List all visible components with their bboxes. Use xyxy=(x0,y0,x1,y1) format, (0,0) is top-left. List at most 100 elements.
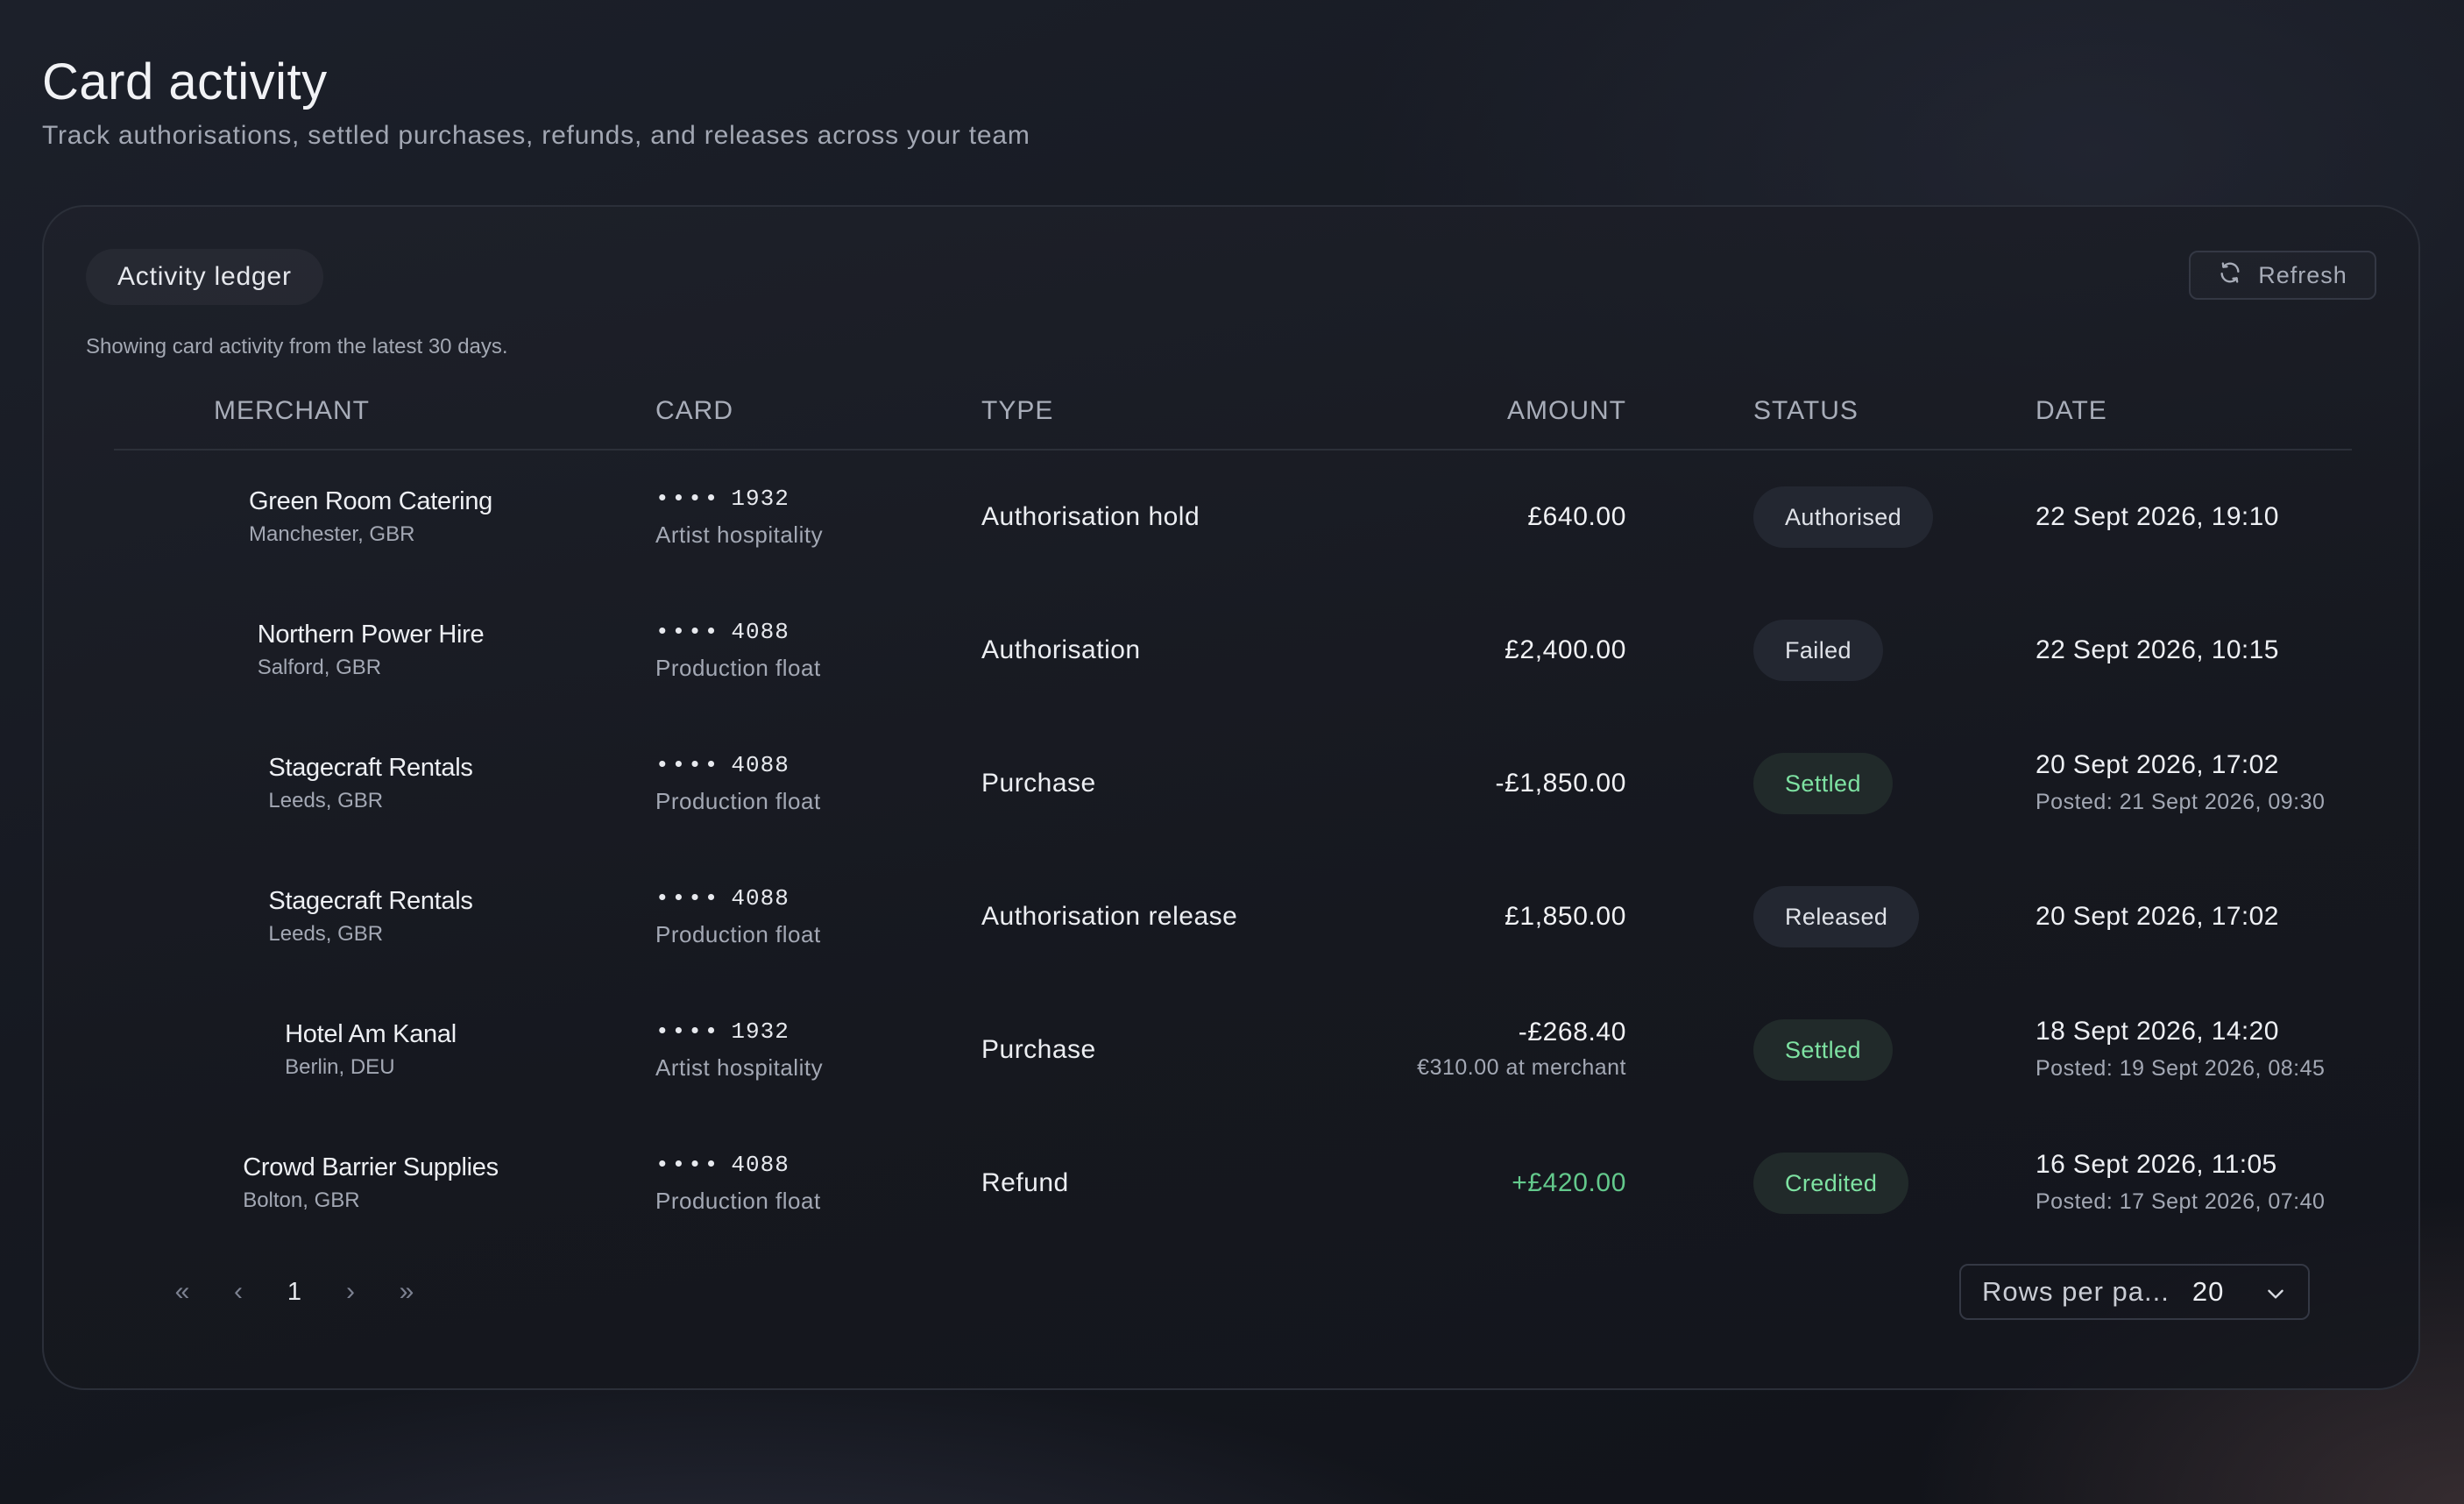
current-page[interactable]: 1 xyxy=(266,1264,322,1320)
card-last4: 4088 xyxy=(731,1152,789,1178)
merchant-location: Leeds, GBR xyxy=(268,922,384,946)
transaction-date: 18 Sept 2026, 14:20 xyxy=(2036,1017,2279,1046)
date-cell: 20 Sept 2026, 17:02 xyxy=(2036,850,2279,983)
table-row[interactable]: Green Room Catering Manchester, GBR ••••… xyxy=(114,450,2352,584)
merchant-cell: Green Room Catering Manchester, GBR xyxy=(114,450,627,584)
posted-date: Posted: 17 Sept 2026, 07:40 xyxy=(2036,1189,2326,1214)
status-badge: Failed xyxy=(1753,620,1883,681)
table-header: MERCHANT CARD TYPE AMOUNT STATUS DATE xyxy=(114,373,2352,450)
merchant-location: Berlin, DEU xyxy=(285,1055,395,1079)
date-cell: 22 Sept 2026, 10:15 xyxy=(2036,584,2279,717)
merchant-name: Crowd Barrier Supplies xyxy=(243,1153,499,1181)
transaction-type: Authorisation release xyxy=(981,902,1238,931)
merchant-name: Hotel Am Kanal xyxy=(285,1020,457,1048)
column-header-date[interactable]: DATE xyxy=(2036,373,2107,449)
rows-per-page-select[interactable]: Rows per pa... 20 xyxy=(1959,1264,2310,1320)
card-mask: •••• xyxy=(655,885,721,912)
refresh-button-label: Refresh xyxy=(2258,261,2347,288)
transaction-type: Refund xyxy=(981,1168,1069,1197)
amount-cell: £640.00 xyxy=(1527,450,1626,584)
merchant-name: Northern Power Hire xyxy=(257,621,485,649)
table-row[interactable]: Stagecraft Rentals Leeds, GBR •••• 4088 P… xyxy=(114,850,2352,983)
transaction-date: 20 Sept 2026, 17:02 xyxy=(2036,902,2279,931)
status-badge: Authorised xyxy=(1753,486,1934,548)
merchant-currency-amount: €310.00 at merchant xyxy=(1417,1055,1626,1080)
first-page-icon[interactable]: « xyxy=(154,1264,210,1320)
transaction-date: 22 Sept 2026, 19:10 xyxy=(2036,502,2279,531)
transaction-type: Authorisation xyxy=(981,635,1141,664)
last-page-icon[interactable]: » xyxy=(379,1264,435,1320)
merchant-location: Salford, GBR xyxy=(257,656,382,679)
merchant-name: Stagecraft Rentals xyxy=(268,754,473,782)
column-header-type[interactable]: TYPE xyxy=(981,373,1053,449)
card-cell: •••• 4088 Production float xyxy=(655,717,821,850)
posted-date: Posted: 19 Sept 2026, 08:45 xyxy=(2036,1056,2326,1081)
merchant-cell: Hotel Am Kanal Berlin, DEU xyxy=(114,983,627,1117)
status-badge: Settled xyxy=(1753,753,1893,814)
card-last4: 4088 xyxy=(731,619,789,645)
amount-value: £640.00 xyxy=(1527,502,1626,531)
merchant-location: Manchester, GBR xyxy=(249,522,415,546)
merchant-cell: Northern Power Hire Salford, GBR xyxy=(114,584,627,717)
amount-cell: £1,850.00 xyxy=(1505,850,1626,983)
card-last4: 1932 xyxy=(731,1018,789,1045)
card-mask: •••• xyxy=(655,619,721,645)
amount-cell: -£268.40 €310.00 at merchant xyxy=(1417,983,1626,1117)
column-header-amount[interactable]: AMOUNT xyxy=(1507,373,1626,449)
card-mask: •••• xyxy=(655,486,721,512)
chevron-down-icon xyxy=(2264,1281,2287,1303)
status-cell: Settled xyxy=(1753,717,1893,850)
date-cell: 20 Sept 2026, 17:02 Posted: 21 Sept 2026… xyxy=(2036,717,2325,850)
amount-cell: £2,400.00 xyxy=(1505,584,1626,717)
card-cell: •••• 1932 Artist hospitality xyxy=(655,450,823,584)
posted-date: Posted: 21 Sept 2026, 09:30 xyxy=(2036,790,2326,814)
card-mask: •••• xyxy=(655,1152,721,1178)
column-header-card[interactable]: CARD xyxy=(655,373,733,449)
merchant-cell: Stagecraft Rentals Leeds, GBR xyxy=(114,850,627,983)
amount-value: +£420.00 xyxy=(1512,1168,1626,1197)
merchant-cell: Stagecraft Rentals Leeds, GBR xyxy=(114,717,627,850)
date-cell: 18 Sept 2026, 14:20 Posted: 19 Sept 2026… xyxy=(2036,983,2325,1117)
rows-per-page-label: Rows per pa... xyxy=(1982,1276,2170,1307)
status-cell: Settled xyxy=(1753,983,1893,1117)
card-last4: 4088 xyxy=(731,752,789,778)
table-row[interactable]: Northern Power Hire Salford, GBR •••• 408… xyxy=(114,584,2352,717)
table-row[interactable]: Crowd Barrier Supplies Bolton, GBR •••• 4… xyxy=(114,1117,2352,1250)
merchant-location: Bolton, GBR xyxy=(243,1188,360,1212)
amount-value: -£268.40 xyxy=(1518,1018,1626,1046)
column-header-merchant[interactable]: MERCHANT xyxy=(214,373,370,449)
previous-page-icon[interactable]: ‹ xyxy=(210,1264,266,1320)
card-cell: •••• 4088 Production float xyxy=(655,584,821,717)
activity-ledger-chip: Activity ledger xyxy=(86,249,323,305)
refresh-icon xyxy=(2218,260,2242,291)
transaction-date: 16 Sept 2026, 11:05 xyxy=(2036,1150,2277,1179)
card-last4: 1932 xyxy=(731,486,789,512)
activity-ledger-panel: Activity ledger Refresh Showing card act… xyxy=(42,205,2420,1390)
date-cell: 16 Sept 2026, 11:05 Posted: 17 Sept 2026… xyxy=(2036,1117,2325,1250)
pagination: « ‹ 1 › » xyxy=(154,1264,435,1320)
card-label: Production float xyxy=(655,655,821,681)
page-title: Card activity xyxy=(42,53,328,110)
card-label: Production float xyxy=(655,1188,821,1214)
status-badge: Credited xyxy=(1753,1153,1909,1214)
card-last4: 4088 xyxy=(731,885,789,912)
status-cell: Released xyxy=(1753,850,1920,983)
transaction-type: Authorisation hold xyxy=(981,502,1200,531)
card-cell: •••• 4088 Production float xyxy=(655,850,821,983)
transaction-type: Purchase xyxy=(981,1035,1096,1064)
activity-table: MERCHANT CARD TYPE AMOUNT STATUS DATE Gr… xyxy=(114,373,2352,1250)
status-cell: Failed xyxy=(1753,584,1883,717)
table-row[interactable]: Hotel Am Kanal Berlin, DEU •••• 1932 Arti… xyxy=(114,983,2352,1117)
status-badge: Settled xyxy=(1753,1019,1893,1081)
table-row[interactable]: Stagecraft Rentals Leeds, GBR •••• 4088 P… xyxy=(114,717,2352,850)
status-cell: Authorised xyxy=(1753,450,1934,584)
merchant-name: Stagecraft Rentals xyxy=(268,887,473,915)
amount-value: £2,400.00 xyxy=(1505,635,1626,664)
refresh-button[interactable]: Refresh xyxy=(2189,251,2376,300)
ledger-caption: Showing card activity from the latest 30… xyxy=(86,335,508,358)
date-cell: 22 Sept 2026, 19:10 xyxy=(2036,450,2279,584)
column-header-status[interactable]: STATUS xyxy=(1753,373,1859,449)
card-mask: •••• xyxy=(655,1018,721,1045)
next-page-icon[interactable]: › xyxy=(322,1264,379,1320)
amount-value: -£1,850.00 xyxy=(1495,769,1626,798)
